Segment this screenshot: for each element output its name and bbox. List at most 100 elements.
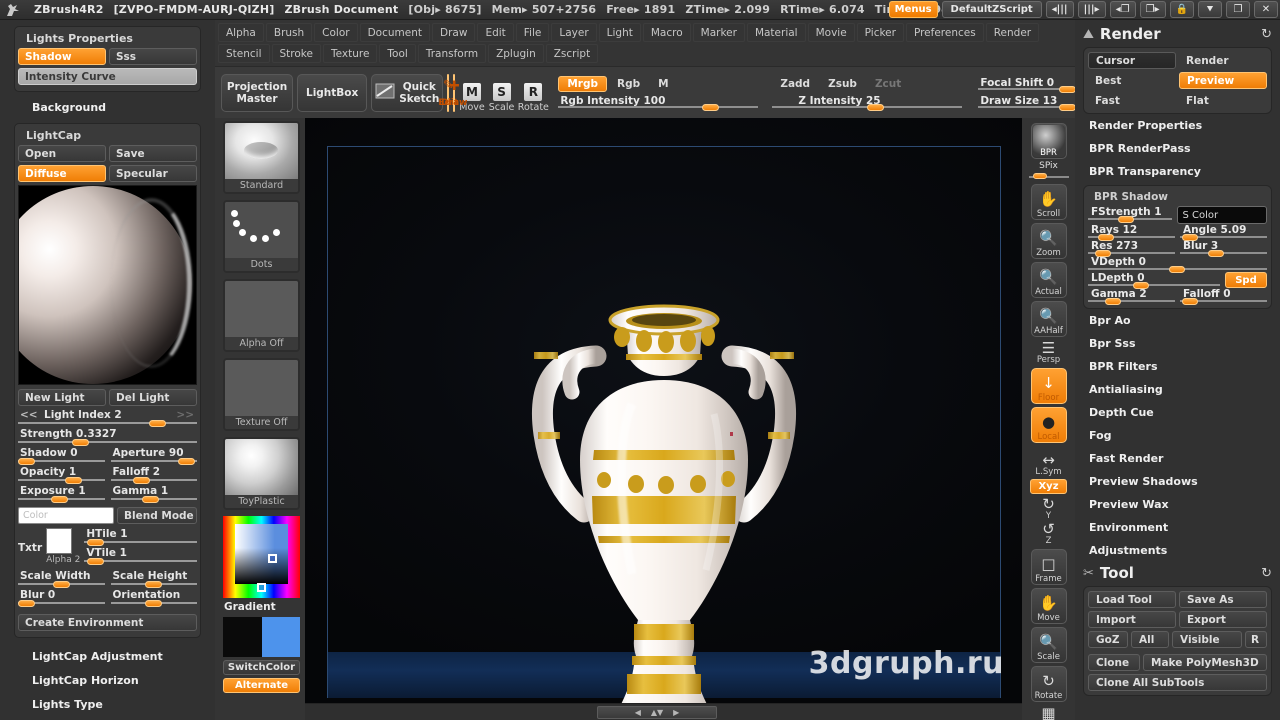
bpr-shadow-title[interactable]: BPR Shadow — [1088, 190, 1267, 206]
render-section-adjustments[interactable]: Adjustments — [1075, 539, 1280, 562]
aahalf-button[interactable]: 🔍 AAHalf — [1030, 301, 1067, 337]
menu-item-transform[interactable]: Transform — [417, 44, 487, 63]
menu-item-color[interactable]: Color — [314, 23, 358, 42]
tool-reset-icon[interactable]: ↻ — [1261, 566, 1272, 581]
render-section-environment[interactable]: Environment — [1075, 516, 1280, 539]
minimize-button[interactable]: ⯆ — [1198, 1, 1222, 18]
switch-color-button[interactable]: SwitchColor — [223, 660, 300, 675]
m-button[interactable]: M — [650, 76, 676, 92]
menu-item-alpha[interactable]: Alpha — [218, 23, 264, 42]
current-texture-swatch[interactable]: Texture Off — [223, 358, 300, 431]
canvas-scroll-thumb[interactable]: ◀ ▲▼ ▶ — [597, 706, 717, 719]
draw-mode-button[interactable]: ✚ Draw — [441, 73, 467, 112]
bpr-button[interactable]: BPR — [1030, 123, 1067, 159]
shadow-toggle[interactable]: Shadow — [18, 48, 106, 65]
script-prev-button[interactable]: ◂||| — [1045, 1, 1074, 18]
secondary-color-swatch[interactable] — [223, 617, 262, 657]
current-stroke-swatch[interactable]: Dots — [223, 200, 300, 273]
ldepth-slider[interactable]: LDepth 0 — [1088, 272, 1220, 289]
menu-item-movie[interactable]: Movie — [807, 23, 855, 42]
sss-toggle[interactable]: Sss — [109, 48, 197, 65]
rotate-mode-button[interactable]: R Rotate — [518, 73, 549, 113]
zscript-button[interactable]: DefaultZScript — [941, 1, 1042, 18]
bpr-transparency-section[interactable]: BPR Transparency — [1075, 160, 1280, 183]
zadd-button[interactable]: Zadd — [772, 76, 818, 92]
polyf-button[interactable]: ▦ PolyF — [1027, 706, 1071, 720]
window-prev-button[interactable]: ◂❐ — [1109, 1, 1136, 18]
floor-button[interactable]: ↓ Floor — [1030, 368, 1067, 404]
export-button[interactable]: Export — [1179, 611, 1267, 628]
menu-item-edit[interactable]: Edit — [477, 23, 514, 42]
xyz-button[interactable]: Xyz — [1030, 479, 1067, 494]
spix-slider[interactable] — [1028, 172, 1069, 181]
dual-color-swatch[interactable] — [223, 617, 300, 657]
zbrush-canvas[interactable]: 3dgruph.ru — [305, 118, 1022, 703]
angle-slider[interactable]: Angle 5.09 — [1180, 224, 1267, 241]
projection-master-button[interactable]: Projection Master — [221, 73, 293, 112]
vase-3d-model[interactable] — [514, 284, 814, 703]
intensity-curve-button[interactable]: Intensity Curve — [18, 68, 197, 85]
render-section-preview-shadows[interactable]: Preview Shadows — [1075, 470, 1280, 493]
alternate-button[interactable]: Alternate — [223, 678, 300, 693]
color-picker-field[interactable] — [235, 524, 288, 592]
light-index-prev[interactable]: << — [20, 409, 38, 421]
zsub-button[interactable]: Zsub — [820, 76, 865, 92]
scale-gizmo-button[interactable]: 🔍 Scale — [1030, 627, 1067, 663]
flat-mode-button[interactable]: Flat — [1179, 92, 1267, 109]
render-section-bpr-filters[interactable]: BPR Filters — [1075, 355, 1280, 378]
r-button[interactable]: R — [1245, 631, 1267, 648]
cursor-mode-button[interactable]: Cursor — [1088, 52, 1176, 69]
scale-height-slider[interactable]: Scale Height — [110, 570, 197, 588]
vtile-slider[interactable]: VTile 1 — [84, 547, 197, 565]
z-intensity-slider[interactable]: Z Intensity 25 — [772, 94, 963, 111]
menu-item-zscript[interactable]: Zscript — [545, 44, 599, 63]
blend-mode-button[interactable]: Blend Mode — [117, 507, 197, 524]
txtr-thumbnail[interactable] — [46, 528, 73, 554]
vdepth-slider[interactable]: VDepth 0 — [1088, 256, 1267, 273]
menu-item-render[interactable]: Render — [985, 23, 1040, 42]
window-next-button[interactable]: ❐▸ — [1139, 1, 1166, 18]
menu-item-preferences[interactable]: Preferences — [905, 23, 984, 42]
menu-item-stroke[interactable]: Stroke — [271, 44, 321, 63]
htile-slider[interactable]: HTile 1 — [84, 528, 197, 546]
lightbox-button[interactable]: LightBox — [297, 73, 368, 112]
shadow-blur-slider[interactable]: Blur 3 — [1180, 240, 1267, 257]
z-axis-button[interactable]: ↺ Z — [1027, 522, 1071, 547]
current-material-swatch[interactable]: ToyPlastic — [223, 437, 300, 510]
shadow-color-field[interactable]: S Color — [1176, 206, 1267, 224]
scale-mode-button[interactable]: S Scale — [489, 73, 514, 113]
left-section-lightcap-horizon[interactable]: LightCap Horizon — [32, 668, 201, 692]
menu-item-zplugin[interactable]: Zplugin — [488, 44, 544, 63]
left-section-lightcap-adjustment[interactable]: LightCap Adjustment — [32, 644, 201, 668]
load-tool-button[interactable]: Load Tool — [1088, 591, 1176, 608]
spd-button[interactable]: Spd — [1225, 272, 1267, 288]
current-brush-swatch[interactable]: Standard — [223, 121, 300, 194]
lsym-button[interactable]: ↔ L.Sym — [1027, 453, 1071, 478]
left-section-lights-type[interactable]: Lights Type — [32, 692, 201, 716]
light-index-slider[interactable]: Light Index 2 << >> — [18, 409, 197, 427]
restore-button[interactable]: ❐ — [1226, 1, 1250, 18]
scroll-right-arrow-icon[interactable]: ▶ — [673, 708, 679, 717]
lightcap-preview-sphere[interactable] — [18, 185, 197, 385]
del-light-button[interactable]: Del Light — [109, 389, 197, 406]
shadow-gamma-slider[interactable]: Gamma 2 — [1088, 288, 1175, 305]
scroll-button[interactable]: ✋ Scroll — [1030, 184, 1067, 220]
bpr-renderpass-section[interactable]: BPR RenderPass — [1075, 137, 1280, 160]
gradient-label[interactable]: Gradient — [215, 598, 305, 617]
render-section-depth-cue[interactable]: Depth Cue — [1075, 401, 1280, 424]
background-section-label[interactable]: Background — [14, 92, 201, 117]
best-mode-button[interactable]: Best — [1088, 72, 1176, 89]
menu-item-draw[interactable]: Draw — [432, 23, 476, 42]
render-section-bpr-sss[interactable]: Bpr Sss — [1075, 332, 1280, 355]
render-properties-section[interactable]: Render Properties — [1075, 114, 1280, 137]
rgb-intensity-slider[interactable]: Rgb Intensity 100 — [558, 94, 759, 111]
scale-width-slider[interactable]: Scale Width — [18, 570, 105, 588]
render-reset-icon[interactable]: ↻ — [1261, 27, 1272, 42]
primary-color-swatch[interactable] — [261, 617, 300, 657]
script-next-button[interactable]: |||▸ — [1077, 1, 1106, 18]
light-color-field[interactable]: Color — [18, 507, 114, 524]
move-gizmo-button[interactable]: ✋ Move — [1030, 588, 1067, 624]
scroll-center-icon[interactable]: ▲▼ — [651, 708, 663, 717]
menu-item-brush[interactable]: Brush — [265, 23, 313, 42]
light-shadow-slider[interactable]: Shadow 0 — [18, 447, 105, 465]
